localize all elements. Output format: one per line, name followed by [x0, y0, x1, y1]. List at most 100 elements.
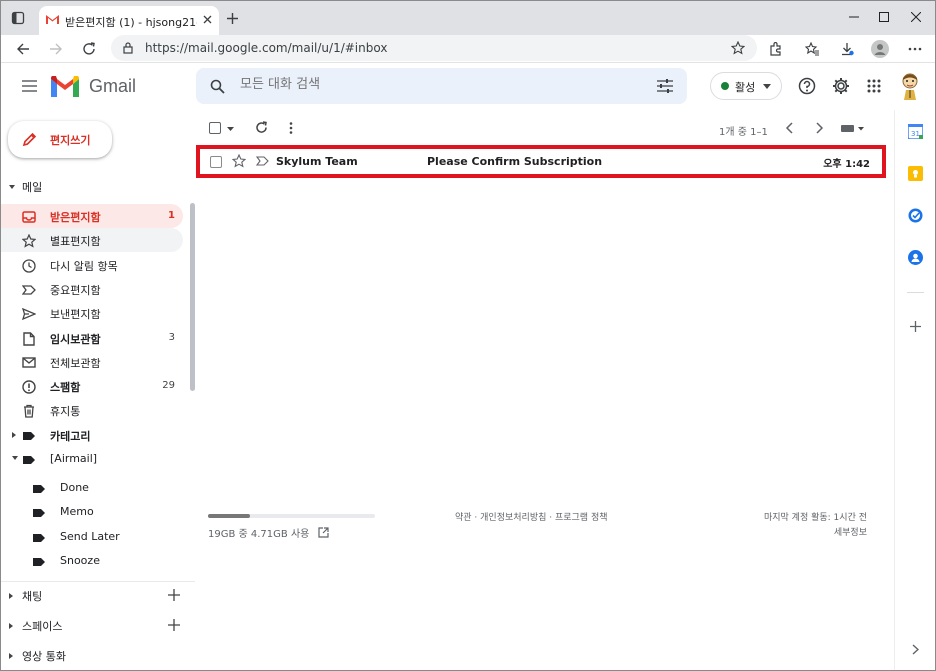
contacts-icon[interactable]	[908, 250, 923, 265]
sublabel-item[interactable]: Done	[1, 476, 183, 500]
details-link[interactable]: 세부정보	[834, 525, 867, 538]
browser-window: 받은편지함 (1) - hjsong21@gmail.com	[0, 0, 936, 671]
label-icon	[21, 452, 37, 468]
gmail-logo-icon[interactable]	[51, 76, 79, 97]
sidebar-divider	[1, 581, 195, 582]
search-options-icon[interactable]	[657, 79, 673, 93]
tab-close-icon[interactable]	[202, 14, 213, 25]
window-close-icon[interactable]	[899, 1, 933, 33]
spaces-section[interactable]: 스페이스	[9, 619, 185, 633]
mail-section-header[interactable]: 메일	[9, 179, 42, 195]
address-bar[interactable]: https://mail.google.com/mail/u/1/#inbox	[111, 35, 757, 61]
select-all-checkbox[interactable]	[209, 122, 221, 134]
browser-tab-gmail[interactable]: 받은편지함 (1) - hjsong21@gmail.com	[39, 6, 219, 35]
star-icon[interactable]	[232, 154, 246, 168]
select-menu-chevron-icon[interactable]	[227, 127, 234, 131]
row-checkbox[interactable]	[210, 156, 222, 168]
chat-section[interactable]: 채팅	[9, 589, 185, 603]
maximize-icon[interactable]	[867, 1, 901, 33]
search-box[interactable]	[196, 68, 687, 104]
expand-caret-icon[interactable]	[12, 431, 16, 438]
favorite-add-icon[interactable]	[731, 41, 745, 55]
status-label: 활성	[735, 81, 756, 94]
settings-gear-icon[interactable]	[832, 77, 850, 95]
pagination-text[interactable]: 1개 중 1–1	[719, 123, 768, 138]
meet-label: 영상 통화	[22, 650, 66, 663]
sidebar-item-1[interactable]: 받은편지함 1	[1, 204, 183, 228]
apps-grid-icon[interactable]	[867, 79, 881, 93]
keyboard-input-icon[interactable]	[841, 124, 865, 133]
sidebar-item-count: 29	[162, 380, 175, 392]
meet-section[interactable]: 영상 통화	[9, 649, 185, 663]
status-chip[interactable]: 활성	[710, 72, 782, 100]
new-tab-icon[interactable]	[226, 12, 239, 25]
browser-toolbar: https://mail.google.com/mail/u/1/#inbox	[1, 35, 935, 63]
keep-icon[interactable]	[908, 166, 923, 181]
sidebar-item-2[interactable]: 별표편지함	[1, 228, 183, 253]
forward-icon[interactable]	[45, 38, 67, 60]
important-marker-icon[interactable]	[256, 156, 269, 166]
profile-avatar-icon[interactable]	[869, 38, 891, 60]
main-menu-icon[interactable]	[22, 80, 37, 92]
help-icon[interactable]	[798, 77, 816, 95]
storage-bar-fill	[208, 514, 250, 518]
get-addons-icon[interactable]	[910, 321, 921, 332]
label-icon	[31, 530, 47, 546]
expand-caret-icon	[9, 623, 13, 629]
back-icon[interactable]	[12, 38, 34, 60]
tab-actions-icon[interactable]	[11, 11, 25, 25]
sidebar-item-3[interactable]: 다시 알림 항목	[1, 253, 183, 277]
account-avatar[interactable]	[900, 72, 920, 100]
sublabel-item[interactable]: Send Later	[1, 525, 183, 549]
downloads-icon[interactable]	[836, 38, 858, 60]
policy-links[interactable]: 약관 · 개인정보처리방침 · 프로그램 정책	[455, 510, 608, 523]
favorites-icon[interactable]	[801, 38, 823, 60]
chevron-down-icon	[763, 84, 771, 89]
more-options-icon[interactable]	[904, 38, 926, 60]
older-page-icon[interactable]	[816, 122, 824, 134]
storage-bar	[208, 514, 375, 518]
add-chat-icon[interactable]	[168, 589, 180, 601]
sidebar-item-10[interactable]: 카테고리	[1, 423, 183, 447]
sidebar-item-4[interactable]: 중요편지함	[1, 277, 183, 301]
sidebar-item-8[interactable]: 스팸함 29	[1, 374, 183, 398]
refresh-icon[interactable]	[255, 121, 268, 134]
add-space-icon[interactable]	[168, 619, 180, 631]
spam-icon	[21, 379, 37, 395]
storage-usage[interactable]: 19GB 중 4.71GB 사용	[208, 525, 329, 540]
sidebar-scrollbar[interactable]	[190, 203, 195, 391]
sidebar-item-9[interactable]: 휴지통	[1, 398, 183, 422]
pencil-icon	[22, 132, 37, 147]
newer-page-icon[interactable]	[785, 122, 793, 134]
email-row[interactable]: Skylum Team Please Confirm Subscription …	[196, 145, 886, 178]
sublabel-item[interactable]: Memo	[1, 500, 183, 524]
sublabel-item[interactable]: Snooze	[1, 549, 183, 573]
open-external-icon[interactable]	[318, 527, 329, 538]
lock-icon[interactable]	[123, 42, 133, 54]
reload-icon[interactable]	[78, 38, 100, 60]
url-text[interactable]: https://mail.google.com/mail/u/1/#inbox	[145, 41, 387, 55]
sidebar-item-label: 보낸편지함	[50, 308, 101, 322]
email-subject: Please Confirm Subscription	[427, 155, 603, 168]
send-icon	[21, 306, 37, 322]
gmail-logo-text[interactable]: Gmail	[89, 76, 136, 97]
show-side-panel-icon[interactable]	[912, 644, 919, 655]
label-icon	[31, 481, 47, 497]
sublabel-label: Snooze	[60, 553, 100, 567]
search-input[interactable]	[238, 76, 638, 93]
trash-icon	[21, 403, 37, 419]
minimize-icon[interactable]	[837, 1, 871, 33]
calendar-icon[interactable]: 31	[908, 124, 923, 139]
sidebar-item-5[interactable]: 보낸편지함	[1, 301, 183, 325]
storage-text: 19GB 중 4.71GB 사용	[208, 529, 310, 540]
extensions-icon[interactable]	[764, 38, 786, 60]
sidebar-item-6[interactable]: 임시보관함 3	[1, 326, 183, 350]
collapse-caret-icon[interactable]	[12, 456, 18, 460]
compose-button[interactable]: 편지쓰기	[8, 121, 112, 158]
sidebar-item-11[interactable]: [Airmail]	[1, 447, 183, 471]
search-icon[interactable]	[210, 79, 225, 94]
tab-strip: 받은편지함 (1) - hjsong21@gmail.com	[1, 1, 935, 35]
tasks-icon[interactable]	[908, 208, 923, 223]
more-actions-icon[interactable]	[289, 122, 293, 134]
sidebar-item-7[interactable]: 전체보관함	[1, 350, 183, 374]
